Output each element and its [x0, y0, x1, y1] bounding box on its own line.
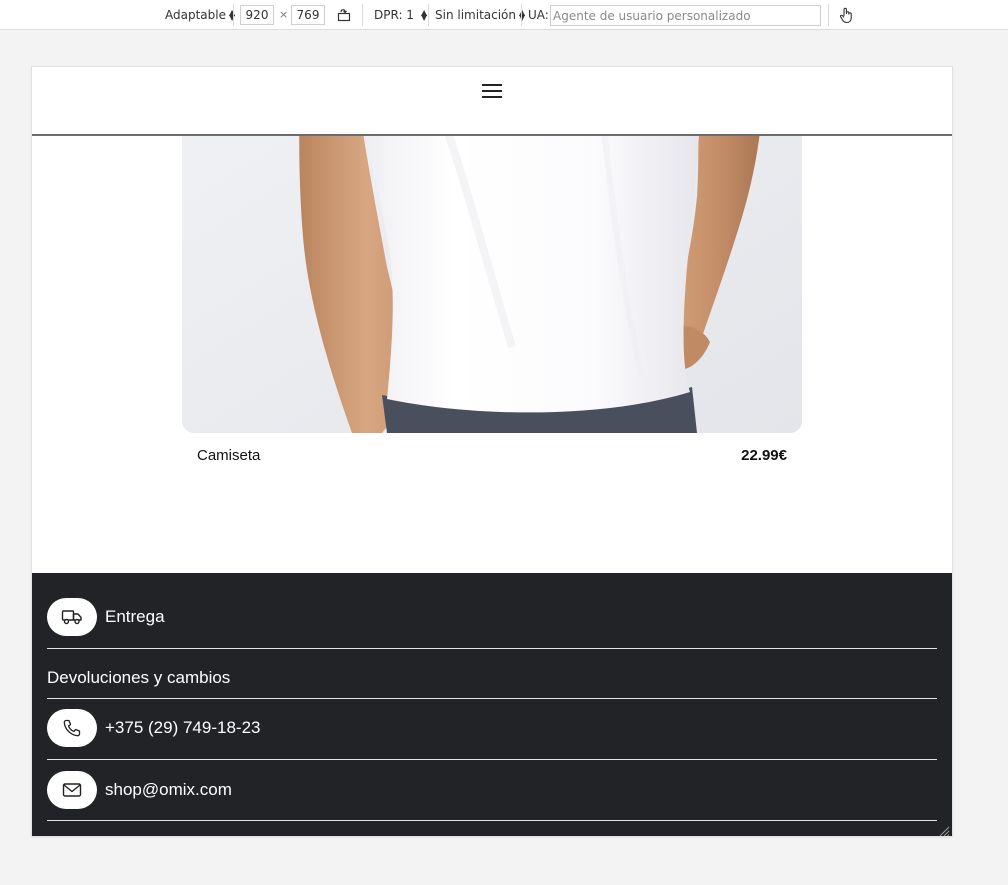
select-arrows-icon: ▲▼ — [420, 8, 428, 22]
toolbar-divider — [521, 4, 522, 26]
phone-icon — [47, 709, 97, 747]
email-address: shop@omix.com — [105, 780, 232, 799]
product-info: Camiseta 22.99€ — [197, 447, 787, 467]
site-footer: Entrega Devoluciones y cambios +375 (29)… — [32, 573, 952, 836]
toolbar-divider — [233, 4, 234, 26]
height-input[interactable]: 769 — [291, 5, 325, 25]
ua-label: UA: — [528, 8, 549, 22]
resize-handle-icon[interactable] — [938, 822, 950, 836]
toolbar-divider — [828, 4, 829, 26]
mail-icon — [47, 771, 97, 809]
device-viewport: Camiseta 22.99€ Entrega Devoluciones y c… — [32, 67, 952, 836]
phone-number: +375 (29) 749-18-23 — [105, 718, 261, 737]
returns-label: Devoluciones y cambios — [47, 668, 231, 687]
toolbar-divider — [362, 4, 363, 26]
product-name[interactable]: Camiseta — [197, 447, 260, 464]
device-mode-label: Adaptable — [165, 8, 226, 22]
user-agent-input[interactable] — [550, 5, 821, 26]
dpr-select[interactable]: DPR: 1 ▲ ▼ — [374, 0, 428, 30]
delivery-label: Entrega — [105, 607, 165, 626]
hamburger-icon[interactable] — [482, 81, 502, 101]
footer-item-email[interactable]: shop@omix.com — [47, 760, 937, 821]
rotate-icon[interactable] — [334, 5, 354, 25]
throttling-label: Sin limitación — [435, 8, 516, 22]
toolbar-divider — [428, 4, 429, 26]
dpr-label: DPR: 1 — [374, 8, 414, 22]
site-header — [32, 67, 952, 136]
footer-item-delivery[interactable]: Entrega — [47, 573, 937, 649]
footer-item-returns[interactable]: Devoluciones y cambios — [47, 648, 937, 699]
throttling-select[interactable]: Sin limitación ▲ ▼ — [435, 0, 526, 30]
product-price: 22.99€ — [741, 447, 787, 464]
dimension-separator: × — [279, 8, 289, 21]
width-input[interactable]: 920 — [240, 5, 274, 25]
footer-item-phone[interactable]: +375 (29) 749-18-23 — [47, 699, 937, 760]
responsive-toolbar: Adaptable ▲▼ 920 × 769 DPR: 1 ▲▼ Sin lim… — [0, 0, 1008, 30]
touch-icon[interactable] — [836, 5, 856, 25]
device-mode-select[interactable]: Adaptable ▲▼ — [165, 0, 236, 30]
truck-icon — [47, 598, 97, 636]
